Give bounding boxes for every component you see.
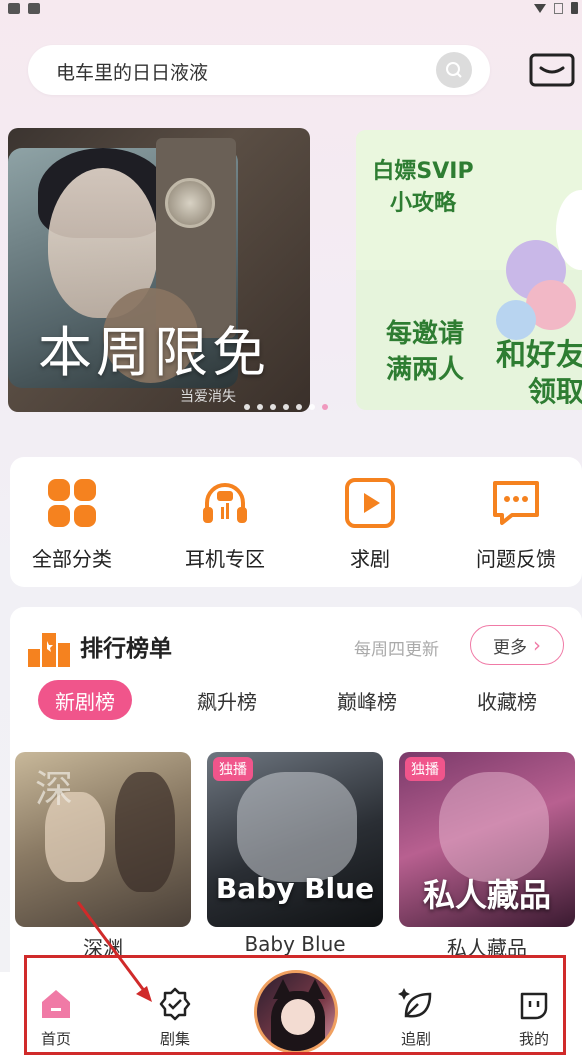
profile-icon	[516, 986, 552, 1022]
ranking-card-title[interactable]: Baby Blue	[207, 932, 383, 956]
ranking-title: 排行榜单	[80, 636, 172, 662]
ranking-card-2[interactable]: 独播 Baby Blue	[207, 752, 383, 927]
tab-new[interactable]: 新剧榜	[38, 680, 132, 720]
gallery-notification-icon	[8, 3, 20, 14]
banner-title: 本周限免	[38, 321, 270, 384]
tab-rising[interactable]: 飙升榜	[180, 680, 274, 720]
chevron-right-icon: ›	[533, 633, 541, 657]
badge-check-icon	[157, 986, 193, 1022]
search-query-text[interactable]: 电车里的日日液液	[56, 58, 208, 85]
banner-svip-invite[interactable]: 白嫖SVIP 小攻略 每邀请 满两人 和好友 领取	[356, 130, 582, 410]
app-notification-icon	[28, 3, 40, 14]
exclusive-badge: 独播	[213, 757, 253, 781]
headphones-icon	[199, 477, 251, 529]
nav-dramas[interactable]: 剧集	[135, 986, 215, 1049]
ranking-card-title[interactable]: 深渊	[15, 932, 191, 961]
ranking-tabs: 新剧榜 飙升榜 巅峰榜 收藏榜	[10, 680, 582, 720]
wifi-icon	[534, 3, 546, 13]
category-feedback[interactable]: 问题反馈	[456, 477, 576, 572]
banner-free-this-week[interactable]: 本周限免 当爱消失	[8, 128, 310, 412]
ranking-card-title[interactable]: 私人藏品	[399, 932, 575, 961]
category-headphones[interactable]: 耳机专区	[165, 477, 285, 572]
grid-icon	[46, 477, 98, 529]
battery-icon	[571, 2, 578, 14]
exclusive-badge: 独播	[405, 757, 445, 781]
category-request-drama[interactable]: 求剧	[310, 477, 430, 572]
tab-favorites[interactable]: 收藏榜	[460, 680, 554, 720]
search-icon	[446, 62, 462, 78]
center-avatar-button[interactable]	[254, 970, 338, 1054]
banner-invite-text: 每邀请 满两人	[385, 319, 464, 385]
search-bar[interactable]: 电车里的日日液液	[28, 45, 490, 95]
category-panel: 全部分类 耳机专区 求剧 问题反馈	[10, 457, 582, 587]
carousel-indicator	[244, 404, 328, 410]
feedback-icon	[490, 477, 542, 529]
play-icon	[344, 477, 396, 529]
ranking-icon	[28, 633, 70, 667]
banner-subtitle: 当爱消失	[180, 389, 236, 405]
status-bar	[0, 0, 582, 20]
ranking-card-3[interactable]: 独播 私人藏品	[399, 752, 575, 927]
message-inbox-icon[interactable]	[528, 52, 576, 88]
nav-home[interactable]: 首页	[16, 986, 96, 1049]
nav-profile[interactable]: 我的	[494, 986, 574, 1049]
ranking-update-note: 每周四更新	[354, 640, 439, 660]
banner-svip-title: 白嫖SVIP 小攻略	[372, 159, 474, 216]
leaf-icon	[398, 986, 434, 1022]
tab-peak[interactable]: 巅峰榜	[320, 680, 414, 720]
category-all[interactable]: 全部分类	[12, 477, 132, 572]
ranking-more-button[interactable]: 更多 ›	[470, 625, 564, 665]
signal-icon	[554, 2, 563, 14]
search-button[interactable]	[436, 52, 472, 88]
home-icon	[38, 986, 74, 1022]
nav-follow[interactable]: 追剧	[376, 986, 456, 1049]
bottom-navigation: 首页 剧集 追剧 我的	[0, 970, 582, 1056]
ranking-card-1[interactable]: 深	[15, 752, 191, 927]
